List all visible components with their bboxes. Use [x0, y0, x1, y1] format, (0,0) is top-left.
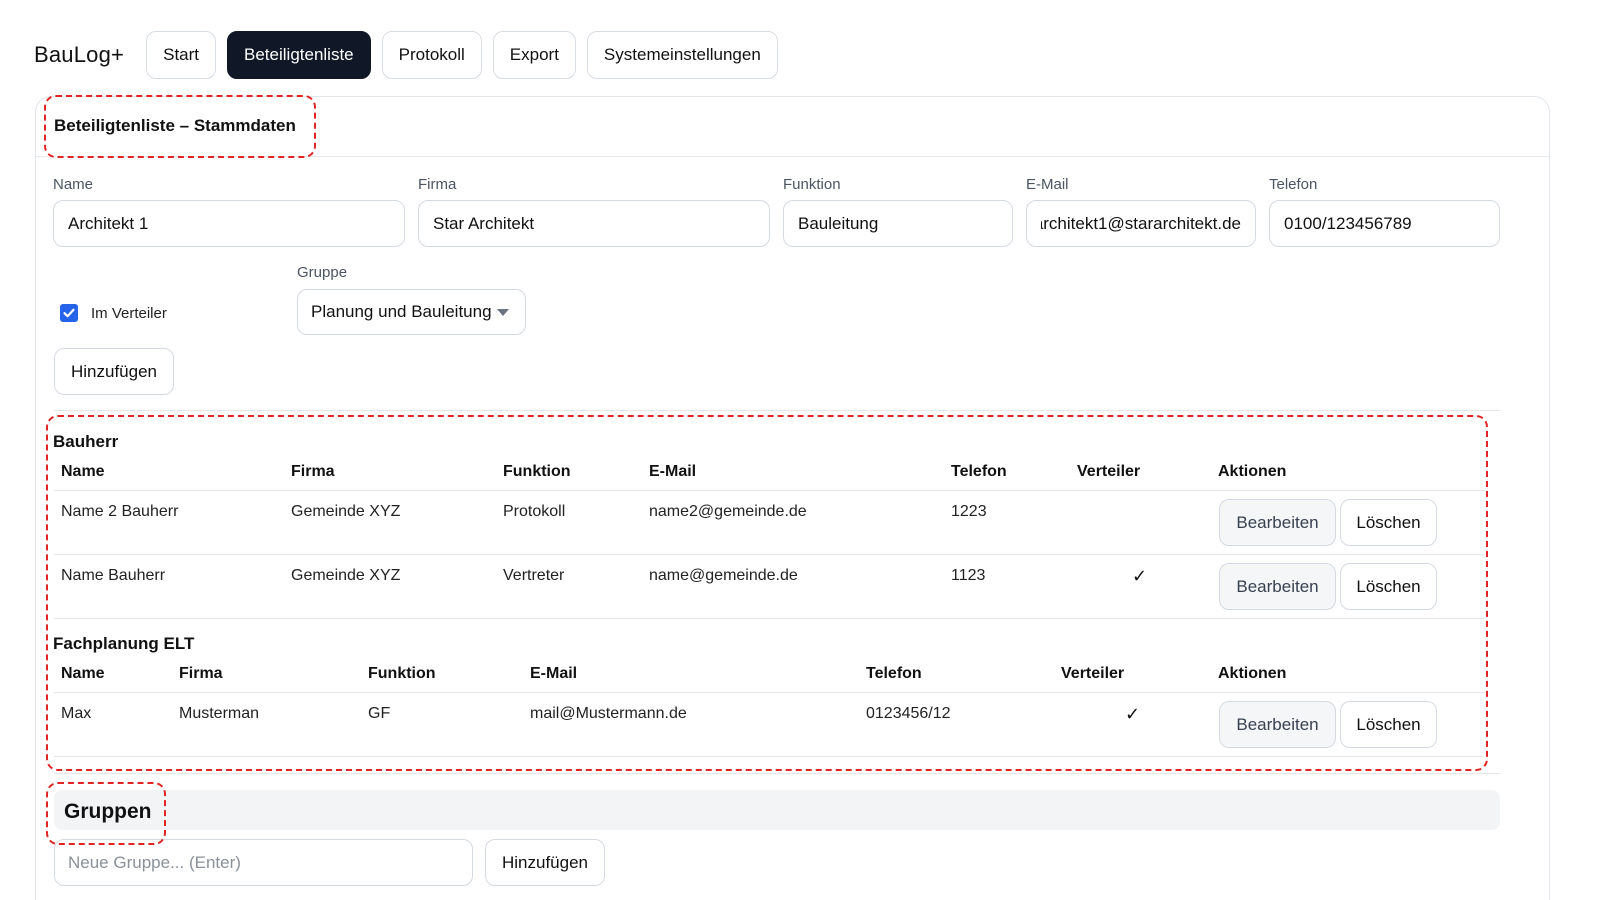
- cell-name: Name 2 Bauherr: [61, 503, 179, 520]
- add-participant-button[interactable]: Hinzufügen: [54, 348, 174, 395]
- column-header-aktionen: Aktionen: [1218, 665, 1287, 682]
- gruppen-title: Gruppen: [64, 800, 152, 823]
- column-header-name: Name: [61, 463, 105, 480]
- nav-beteiligtenliste[interactable]: Beteiligtenliste: [227, 31, 371, 79]
- cell-email: name@gemeinde.de: [649, 567, 798, 584]
- cell-name: Max: [61, 705, 92, 722]
- chevron-down-icon: [497, 309, 509, 316]
- cell-funktion: Vertreter: [503, 567, 565, 584]
- email-input[interactable]: [1026, 200, 1256, 247]
- column-header-firma: Firma: [179, 665, 223, 682]
- verteiler-checkbox-label: Im Verteiler: [91, 305, 167, 322]
- cell-name: Name Bauherr: [61, 567, 166, 584]
- nav-protokoll[interactable]: Protokoll: [381, 31, 482, 79]
- table-row-divider: [54, 618, 1484, 619]
- divider: [54, 410, 1500, 411]
- firma-label: Firma: [418, 176, 457, 193]
- delete-button[interactable]: Löschen: [1340, 701, 1437, 748]
- cell-email: mail@Mustermann.de: [530, 705, 687, 722]
- divider: [54, 773, 1500, 774]
- telefon-input[interactable]: [1269, 200, 1500, 247]
- delete-button[interactable]: Löschen: [1340, 499, 1437, 546]
- app-brand: BauLog+: [34, 42, 125, 67]
- column-header-email: E-Mail: [530, 665, 578, 682]
- column-header-aktionen: Aktionen: [1218, 463, 1287, 480]
- delete-button[interactable]: Löschen: [1340, 563, 1437, 610]
- column-header-name: Name: [61, 665, 105, 682]
- edit-button[interactable]: Bearbeiten: [1219, 499, 1336, 546]
- column-header-telefon: Telefon: [951, 463, 1007, 480]
- column-header-verteiler: Verteiler: [1061, 665, 1125, 682]
- cell-firma: Gemeinde XYZ: [291, 503, 401, 520]
- new-group-input[interactable]: [54, 839, 473, 886]
- funktion-input[interactable]: [783, 200, 1013, 247]
- nav-systemeinstellungen[interactable]: Systemeinstellungen: [586, 31, 778, 79]
- column-header-funktion: Funktion: [503, 463, 571, 480]
- panel-header: Beteiligtenliste – Stammdaten: [36, 97, 1549, 157]
- verteiler-checkbox[interactable]: [60, 304, 78, 322]
- firma-input[interactable]: [418, 200, 770, 247]
- gruppe-select[interactable]: Planung und Bauleitung: [297, 289, 526, 335]
- table-row-divider: [54, 554, 1484, 555]
- nav-export[interactable]: Export: [492, 31, 576, 79]
- panel-title: Beteiligtenliste – Stammdaten: [54, 116, 296, 135]
- table-divider: [54, 692, 1484, 693]
- verteiler-check: ✓: [1125, 704, 1141, 724]
- gruppe-select-value: Planung und Bauleitung: [311, 302, 492, 321]
- cell-email: name2@gemeinde.de: [649, 503, 807, 520]
- table-row-divider: [54, 756, 1484, 757]
- cell-firma: Gemeinde XYZ: [291, 567, 401, 584]
- gruppen-header-bar: [54, 790, 1500, 830]
- edit-button[interactable]: Bearbeiten: [1219, 563, 1336, 610]
- add-group-button[interactable]: Hinzufügen: [485, 839, 605, 886]
- nav-start[interactable]: Start: [146, 31, 217, 79]
- column-header-verteiler: Verteiler: [1077, 463, 1141, 480]
- table-divider: [54, 490, 1484, 491]
- email-label: E-Mail: [1026, 176, 1069, 193]
- gruppe-label: Gruppe: [297, 264, 348, 281]
- name-label: Name: [53, 176, 94, 193]
- edit-button[interactable]: Bearbeiten: [1219, 701, 1336, 748]
- verteiler-check: ✓: [1132, 566, 1148, 586]
- cell-telefon: 1123: [951, 567, 986, 584]
- group-title-bauherr: Bauherr: [53, 432, 119, 451]
- top-navigation: BauLog+ Start Beteiligtenliste Protokoll…: [34, 31, 789, 79]
- funktion-label: Funktion: [783, 176, 841, 193]
- cell-telefon: 1223: [951, 503, 987, 520]
- checkmark-icon: [63, 308, 75, 318]
- column-header-firma: Firma: [291, 463, 335, 480]
- name-input[interactable]: [53, 200, 405, 247]
- cell-funktion: GF: [368, 705, 391, 722]
- column-header-funktion: Funktion: [368, 665, 436, 682]
- column-header-telefon: Telefon: [866, 665, 922, 682]
- cell-firma: Musterman: [179, 705, 260, 722]
- group-title-fachplanung-elt: Fachplanung ELT: [53, 634, 195, 653]
- cell-telefon: 0123456/12: [866, 705, 951, 722]
- telefon-label: Telefon: [1269, 176, 1318, 193]
- cell-funktion: Protokoll: [503, 503, 566, 520]
- column-header-email: E-Mail: [649, 463, 697, 480]
